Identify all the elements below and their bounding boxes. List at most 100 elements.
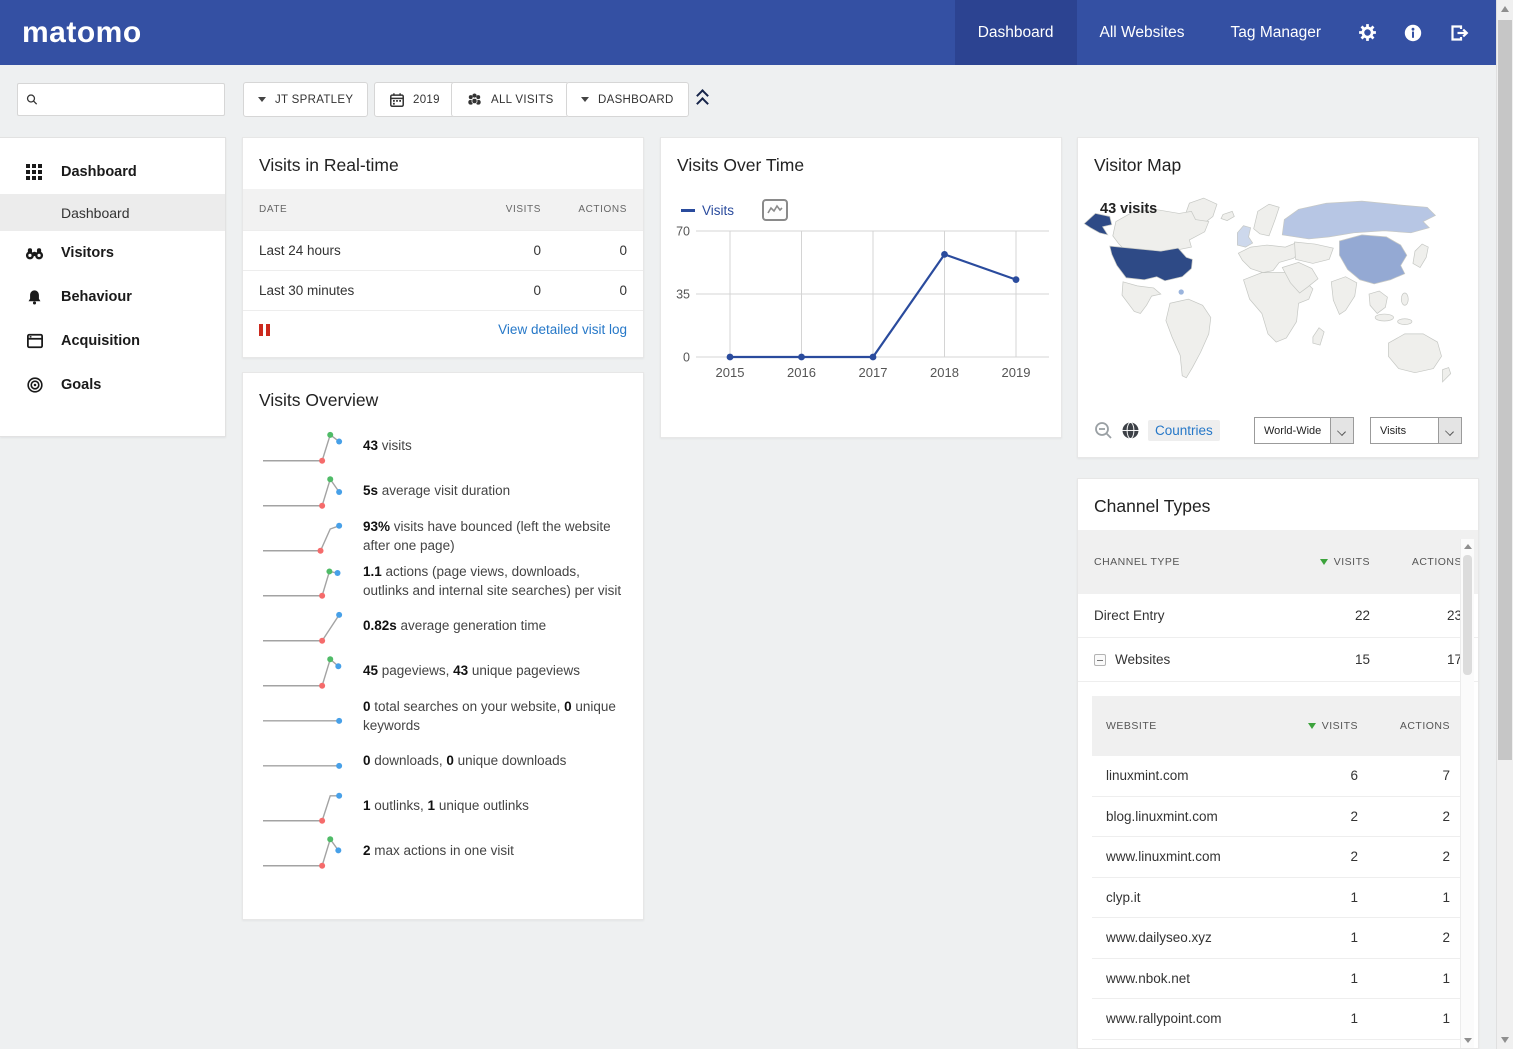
sort-descending-icon — [1320, 559, 1328, 565]
column-header-visits[interactable]: VISITS — [1270, 720, 1358, 732]
country-japan — [1413, 244, 1428, 267]
visits-over-time-chart[interactable]: 0357020152016201720182019 — [665, 223, 1049, 400]
collapse-expander-icon[interactable] — [1094, 654, 1106, 666]
channel-type-row[interactable]: Websites1517 — [1078, 638, 1478, 682]
column-header-actions[interactable]: ACTIONS — [1358, 720, 1450, 732]
scroll-up-icon[interactable] — [1464, 544, 1472, 549]
metric-select[interactable]: Visits — [1370, 417, 1462, 444]
realtime-table-header: DATEVISITSACTIONS — [243, 189, 643, 230]
website-row[interactable]: clyp.it11 — [1092, 878, 1464, 919]
zoom-out-icon[interactable] — [1094, 421, 1113, 440]
row-label-cell: Websites — [1094, 652, 1282, 667]
world-map-svg — [1082, 193, 1456, 389]
scroll-down-icon[interactable] — [1501, 1037, 1509, 1043]
column-header-actions[interactable]: ACTIONS — [541, 204, 627, 215]
export-image-icon[interactable] — [762, 199, 788, 221]
row-visits: 2 — [1270, 849, 1358, 864]
caret-down-icon — [258, 97, 266, 102]
sidebar-item-goals[interactable]: Goals — [0, 363, 225, 407]
users-icon — [466, 92, 483, 107]
segment-selector-button[interactable]: ALL VISITS — [451, 82, 569, 117]
matomo-logo: matomo — [22, 16, 142, 50]
widget-title: Visits Over Time — [661, 138, 1061, 189]
country-philippines — [1401, 293, 1408, 305]
country-south-america — [1166, 299, 1211, 378]
column-header-actions[interactable]: ACTIONS — [1370, 556, 1462, 568]
region-select[interactable]: World-Wide — [1254, 417, 1354, 444]
svg-text:2016: 2016 — [787, 365, 816, 380]
globe-icon[interactable] — [1121, 421, 1140, 440]
collapse-toolbar-button[interactable] — [694, 89, 714, 111]
period-selector-button[interactable]: 2019 — [374, 82, 455, 117]
widget-scrollbar[interactable] — [1460, 539, 1474, 1048]
countries-link[interactable]: Countries — [1148, 420, 1220, 441]
visits-overview-widget: Visits Overview 43 visits5s average visi… — [242, 372, 644, 920]
search-box[interactable] — [17, 83, 225, 116]
view-visit-log-link[interactable]: View detailed visit log — [498, 322, 627, 337]
nav-item-tag-manager[interactable]: Tag Manager — [1208, 0, 1344, 65]
sidebar-item-label: Goals — [61, 377, 101, 393]
scroll-down-icon[interactable] — [1464, 1038, 1472, 1043]
overview-row-text: 2 max actions in one visit — [363, 842, 514, 860]
channel-type-row[interactable]: Direct Entry2223 — [1078, 594, 1478, 638]
row-actions: 0 — [541, 243, 627, 258]
website-row[interactable]: www.rallypoint.com11 — [1092, 999, 1464, 1040]
widget-title: Visits in Real-time — [243, 138, 643, 189]
country-china — [1339, 235, 1406, 284]
website-row[interactable]: blog.linuxmint.com22 — [1092, 797, 1464, 838]
realtime-row: Last 30 minutes00 — [243, 270, 643, 310]
row-label: www.nbok.net — [1106, 971, 1270, 986]
sidebar-subitem-dashboard[interactable]: Dashboard — [0, 194, 225, 231]
sign-out-icon[interactable] — [1436, 0, 1482, 65]
left-sidebar: Dashboard Dashboard Visitors — [0, 137, 226, 437]
nav-item-dashboard[interactable]: Dashboard — [955, 0, 1077, 65]
country-indonesia — [1375, 314, 1393, 321]
sidebar-item-label: Acquisition — [61, 333, 140, 349]
row-label: Last 24 hours — [259, 243, 457, 258]
gear-icon — [1357, 22, 1378, 43]
column-header-channel-type[interactable]: CHANNEL TYPE — [1094, 556, 1282, 568]
website-row[interactable]: linuxmint.com67 — [1092, 756, 1464, 797]
search-input[interactable] — [44, 91, 224, 108]
column-header-visits[interactable]: VISITS — [1282, 556, 1370, 568]
world-map[interactable]: 43 visits — [1082, 193, 1466, 394]
row-visits: 2 — [1270, 809, 1358, 824]
info-icon[interactable] — [1390, 0, 1436, 65]
column-header-date[interactable]: DATE — [259, 204, 457, 215]
column-header-website[interactable]: WEBSITE — [1106, 720, 1270, 732]
site-selector-button[interactable]: JT SPRATLEY — [243, 82, 368, 117]
browser-scrollbar[interactable] — [1496, 0, 1513, 1049]
country-indonesia-2 — [1398, 319, 1412, 325]
row-actions: 23 — [1370, 608, 1462, 623]
svg-text:2017: 2017 — [859, 365, 888, 380]
nav-item-label: Tag Manager — [1231, 24, 1321, 42]
scrollbar-thumb[interactable] — [1498, 20, 1512, 760]
site-selector-label: JT SPRATLEY — [275, 94, 353, 106]
map-footer: Countries World-Wide Visits — [1094, 417, 1462, 444]
svg-text:2018: 2018 — [930, 365, 959, 380]
sidebar-item-visitors[interactable]: Visitors — [0, 231, 225, 275]
overview-row: 0 downloads, 0 unique downloads — [243, 739, 643, 784]
nav-item-all-websites[interactable]: All Websites — [1077, 0, 1208, 65]
website-row[interactable]: www.nbok.net11 — [1092, 959, 1464, 1000]
settings-gear-icon[interactable] — [1344, 0, 1390, 65]
dashboard-selector-button[interactable]: DASHBOARD — [566, 82, 689, 117]
row-label: www.linuxmint.com — [1106, 849, 1270, 864]
legend-dash-icon — [681, 209, 695, 212]
website-row[interactable]: www.linuxmint.com22 — [1092, 837, 1464, 878]
sidebar-item-dashboard[interactable]: Dashboard — [0, 150, 225, 194]
sidebar-item-behaviour[interactable]: Behaviour — [0, 275, 225, 319]
scroll-up-icon[interactable] — [1501, 6, 1509, 12]
overview-row: 43 visits — [243, 424, 643, 469]
website-row[interactable]: www.dailyseo.xyz12 — [1092, 918, 1464, 959]
column-header-visits[interactable]: VISITS — [457, 204, 541, 215]
chevron-down-icon — [1330, 418, 1353, 443]
nav-item-label: Dashboard — [978, 24, 1054, 42]
sparkline — [261, 833, 346, 871]
overview-rows: 43 visits5s average visit duration93% vi… — [243, 424, 643, 874]
svg-text:2015: 2015 — [716, 365, 745, 380]
legend-label: Visits — [702, 203, 734, 218]
sidebar-item-acquisition[interactable]: Acquisition — [0, 319, 225, 363]
pause-icon[interactable] — [259, 324, 270, 336]
scrollbar-thumb[interactable] — [1463, 555, 1472, 675]
